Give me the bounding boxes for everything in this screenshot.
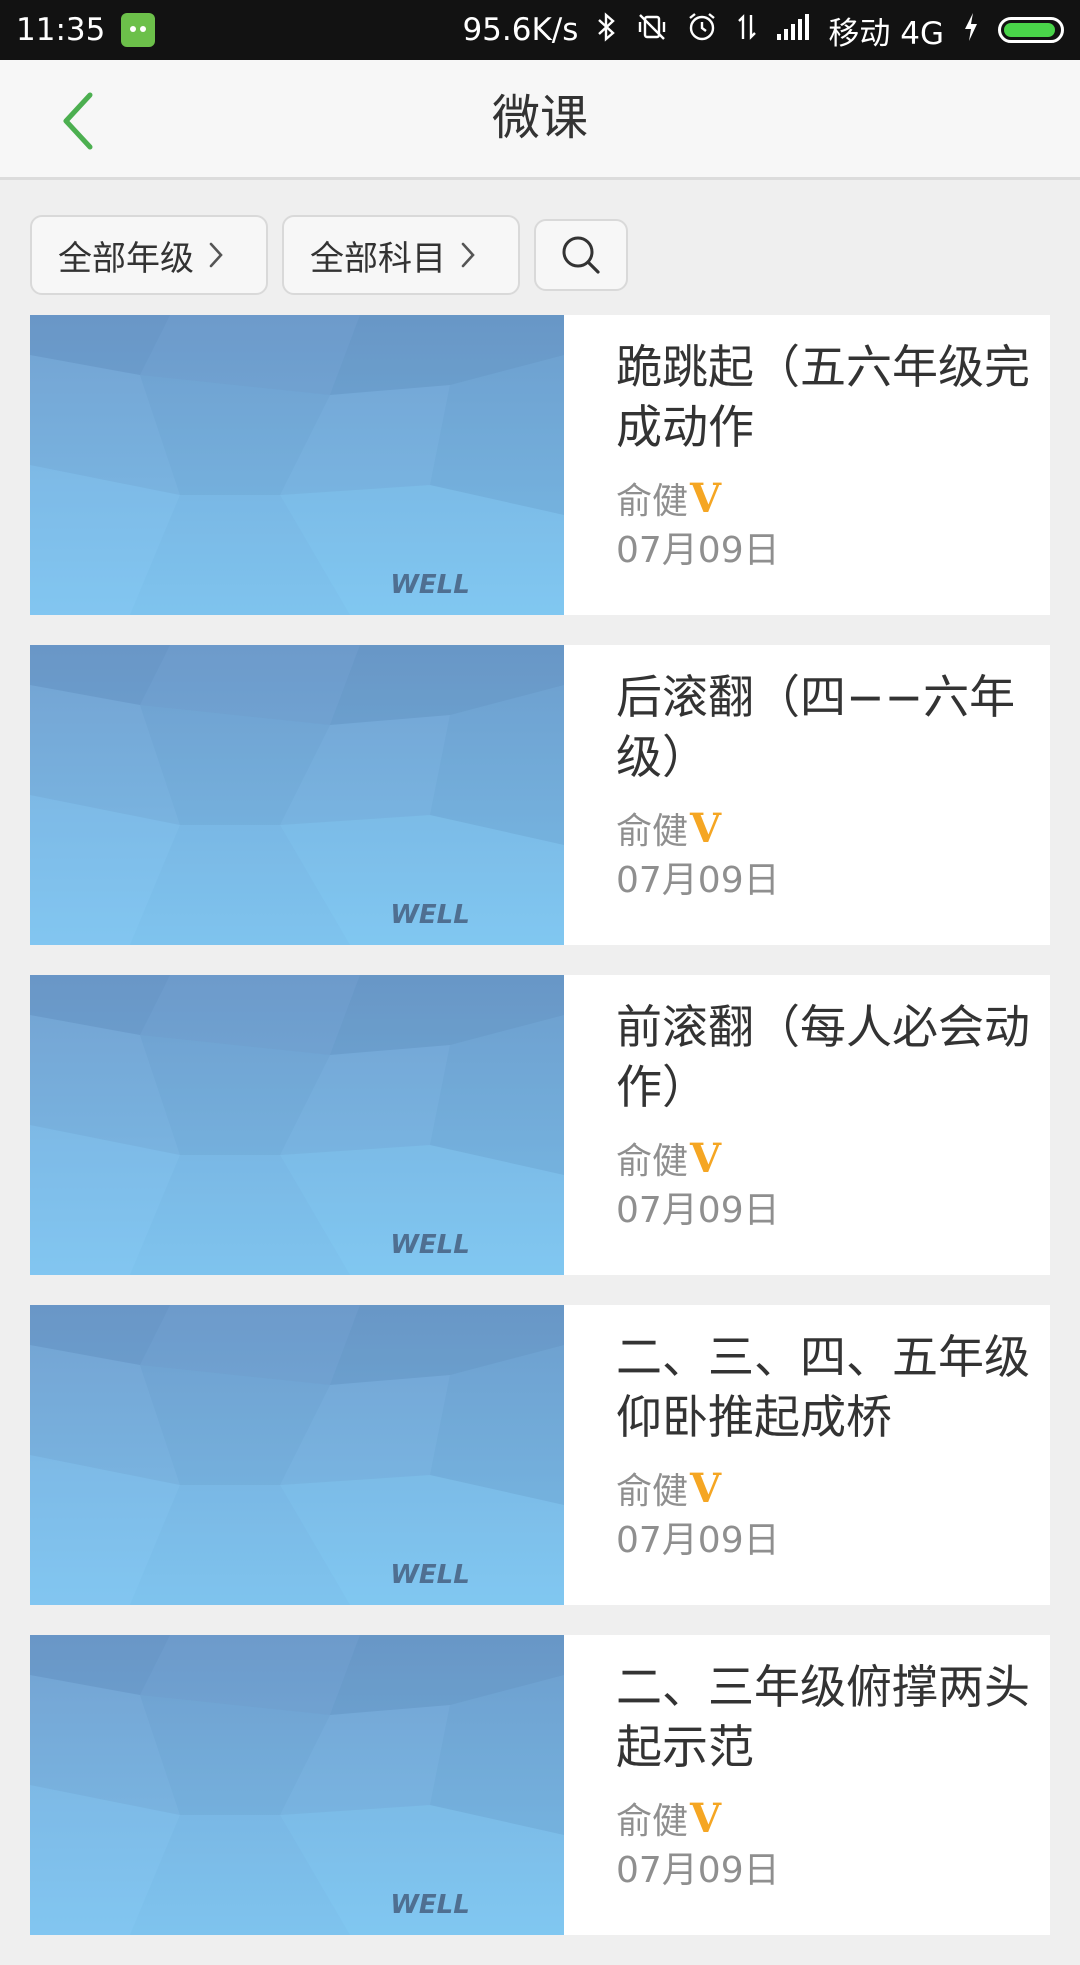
thumbnail-watermark: WELL xyxy=(390,1890,470,1920)
course-title[interactable]: 二、三年级俯撑两头起示范 xyxy=(616,1657,1036,1777)
author-name: 俞健 xyxy=(616,1471,689,1512)
course-author: 俞健 V xyxy=(616,1464,722,1513)
battery-icon xyxy=(998,17,1064,43)
status-time: 11:35 xyxy=(16,12,106,48)
search-icon xyxy=(562,236,600,274)
status-bar: 11:35 95.6K/s 移动 4G xyxy=(0,0,1080,60)
verified-badge-icon: V xyxy=(690,804,722,852)
course-author: 俞健 V xyxy=(616,1134,722,1183)
app-notification-icon xyxy=(121,13,156,47)
verified-badge-icon: V xyxy=(690,1464,722,1512)
verified-badge-icon: V xyxy=(690,1134,722,1182)
course-title[interactable]: 二、三、四、五年级仰卧推起成桥 xyxy=(616,1327,1036,1447)
course-author: 俞健 V xyxy=(616,1794,722,1843)
course-title[interactable]: 后滚翻（四−−六年级） xyxy=(616,667,1036,787)
thumbnail-watermark: WELL xyxy=(390,1560,470,1590)
alarm-icon xyxy=(686,11,718,49)
course-card[interactable]: WELL 二、三、四、五年级仰卧推起成桥 俞健 V 07月09日 xyxy=(30,1305,1050,1605)
course-date: 07月09日 xyxy=(616,1520,780,1561)
filter-bar: 全部年级 全部科目 xyxy=(30,215,628,295)
chevron-right-icon xyxy=(461,242,475,268)
course-date: 07月09日 xyxy=(616,860,780,901)
course-card[interactable]: WELL 后滚翻（四−−六年级） 俞健 V 07月09日 xyxy=(30,645,1050,945)
course-card[interactable]: WELL 跪跳起（五六年级完成动作 俞健 V 07月09日 xyxy=(30,315,1050,615)
course-card[interactable]: WELL 前滚翻（每人必会动作） 俞健 V 07月09日 xyxy=(30,975,1050,1275)
subject-filter-button[interactable]: 全部科目 xyxy=(282,215,520,295)
course-thumbnail[interactable]: WELL xyxy=(30,315,564,615)
status-bar-right: 95.6K/s 移动 4G xyxy=(462,8,1064,53)
grade-filter-label: 全部年级 xyxy=(58,238,194,279)
status-bar-left: 11:35 xyxy=(16,12,156,48)
course-author: 俞健 V xyxy=(616,474,722,523)
charging-icon xyxy=(962,11,980,49)
course-thumbnail[interactable]: WELL xyxy=(30,645,564,945)
course-title[interactable]: 前滚翻（每人必会动作） xyxy=(616,997,1036,1117)
author-name: 俞健 xyxy=(616,1141,689,1182)
course-date: 07月09日 xyxy=(616,1190,780,1231)
author-name: 俞健 xyxy=(616,811,689,852)
course-date: 07月09日 xyxy=(616,1850,780,1891)
data-transfer-icon xyxy=(736,11,758,49)
grade-filter-button[interactable]: 全部年级 xyxy=(30,215,268,295)
course-card[interactable]: WELL 二、三年级俯撑两头起示范 俞健 V 07月09日 xyxy=(30,1635,1050,1935)
carrier-label: 移动 4G xyxy=(828,15,944,52)
thumbnail-watermark: WELL xyxy=(390,570,470,600)
thumbnail-watermark: WELL xyxy=(390,900,470,930)
subject-filter-label: 全部科目 xyxy=(310,238,446,279)
author-name: 俞健 xyxy=(616,481,689,522)
vibrate-off-icon xyxy=(636,11,668,49)
app-bar: 微课 xyxy=(0,60,1080,180)
signal-icon xyxy=(776,12,810,48)
course-author: 俞健 V xyxy=(616,804,722,853)
verified-badge-icon: V xyxy=(690,1794,722,1842)
battery-level xyxy=(1004,23,1056,37)
bluetooth-icon xyxy=(596,11,618,49)
course-thumbnail[interactable]: WELL xyxy=(30,1635,564,1935)
course-date: 07月09日 xyxy=(616,530,780,571)
thumbnail-watermark: WELL xyxy=(390,1230,470,1260)
course-title[interactable]: 跪跳起（五六年级完成动作 xyxy=(616,337,1036,457)
network-speed: 95.6K/s xyxy=(462,12,579,48)
page-title: 微课 xyxy=(491,90,588,146)
author-name: 俞健 xyxy=(616,1801,689,1842)
search-button[interactable] xyxy=(534,219,628,291)
course-thumbnail[interactable]: WELL xyxy=(30,1305,564,1605)
course-list: WELL 跪跳起（五六年级完成动作 俞健 V 07月09日 WELL 后滚翻（四… xyxy=(30,315,1050,1965)
course-thumbnail[interactable]: WELL xyxy=(30,975,564,1275)
chevron-right-icon xyxy=(209,242,223,268)
verified-badge-icon: V xyxy=(690,474,722,522)
